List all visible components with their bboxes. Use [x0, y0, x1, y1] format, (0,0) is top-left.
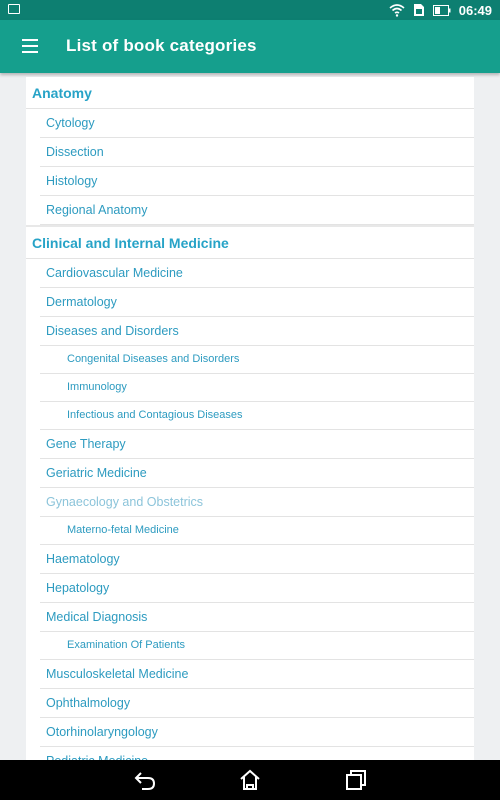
category-label: Haematology — [46, 552, 120, 566]
category-item-cardiovascular-medicine[interactable]: Cardiovascular Medicine — [40, 259, 474, 288]
home-icon[interactable] — [238, 768, 262, 792]
category-label: Gynaecology and Obstetrics — [46, 495, 204, 509]
category-label: Histology — [46, 174, 98, 188]
category-item-diseases-and-disorders[interactable]: Diseases and Disorders — [40, 317, 474, 346]
category-label: Regional Anatomy — [46, 203, 148, 217]
section-header-anatomy[interactable]: Anatomy — [26, 77, 474, 109]
battery-icon — [432, 4, 451, 16]
category-item-dissection[interactable]: Dissection — [40, 138, 474, 167]
category-label: Otorhinolaryngology — [46, 725, 158, 739]
status-bar: 06:49 — [0, 0, 500, 20]
recents-icon[interactable] — [344, 768, 368, 792]
hamburger-menu-icon[interactable] — [18, 36, 42, 56]
section-label: Clinical and Internal Medicine — [32, 235, 229, 251]
subcategory-label: Infectious and Contagious Diseases — [67, 409, 243, 421]
category-item-regional-anatomy[interactable]: Regional Anatomy — [40, 196, 474, 225]
category-label: Gene Therapy — [46, 437, 126, 451]
category-label: Dissection — [46, 145, 104, 159]
category-item-histology[interactable]: Histology — [40, 167, 474, 196]
category-item-hepatology[interactable]: Hepatology — [40, 574, 474, 603]
category-item-pediatric-medicine[interactable]: Pediatric Medicine — [40, 747, 474, 760]
navigation-bar — [0, 760, 500, 800]
section-label: Anatomy — [32, 85, 92, 101]
category-item-dermatology[interactable]: Dermatology — [40, 288, 474, 317]
category-label: Cytology — [46, 116, 95, 130]
category-label: Dermatology — [46, 295, 117, 309]
category-list[interactable]: Anatomy Cytology Dissection Histology Region… — [26, 77, 474, 760]
back-icon[interactable] — [133, 768, 157, 792]
app-bar: List of book categories — [0, 20, 500, 73]
section-header-clinical-and-internal-medicine[interactable]: Clinical and Internal Medicine — [26, 227, 474, 259]
subcategory-label: Examination Of Patients — [67, 639, 186, 651]
category-label: Geriatric Medicine — [46, 466, 147, 480]
category-label: Musculoskeletal Medicine — [46, 667, 189, 681]
category-item-otorhinolaryngology[interactable]: Otorhinolaryngology — [40, 718, 474, 747]
subcategory-item-congenital-diseases-and-disorders[interactable]: Congenital Diseases and Disorders — [40, 346, 474, 374]
subcategory-label: Materno-fetal Medicine — [67, 524, 179, 536]
category-item-gynaecology-and-obstetrics[interactable]: Gynaecology and Obstetrics — [40, 488, 474, 517]
category-item-ophthalmology[interactable]: Ophthalmology — [40, 689, 474, 718]
sim-icon — [413, 4, 424, 16]
wifi-icon — [389, 3, 405, 17]
category-item-medical-diagnosis[interactable]: Medical Diagnosis — [40, 603, 474, 632]
subcategory-label: Immunology — [67, 381, 127, 393]
subcategory-item-infectious-and-contagious-diseases[interactable]: Infectious and Contagious Diseases — [40, 402, 474, 430]
subcategory-item-immunology[interactable]: Immunology — [40, 374, 474, 402]
category-label: Medical Diagnosis — [46, 610, 148, 624]
clock: 06:49 — [458, 2, 492, 18]
image-icon — [8, 4, 20, 14]
category-item-cytology[interactable]: Cytology — [40, 109, 474, 138]
category-label: Ophthalmology — [46, 696, 131, 710]
subcategory-label: Congenital Diseases and Disorders — [67, 353, 240, 365]
category-item-geriatric-medicine[interactable]: Geriatric Medicine — [40, 459, 474, 488]
status-icons: 06:49 — [389, 2, 492, 18]
page-title: List of book categories — [66, 36, 257, 55]
category-label: Hepatology — [46, 581, 110, 595]
category-item-musculoskeletal-medicine[interactable]: Musculoskeletal Medicine — [40, 660, 474, 689]
subcategory-item-examination-of-patients[interactable]: Examination Of Patients — [40, 632, 474, 660]
category-item-haematology[interactable]: Haematology — [40, 545, 474, 574]
category-label: Diseases and Disorders — [46, 324, 179, 338]
category-label: Cardiovascular Medicine — [46, 266, 183, 280]
subcategory-item-materno-fetal-medicine[interactable]: Materno-fetal Medicine — [40, 517, 474, 545]
category-item-gene-therapy[interactable]: Gene Therapy — [40, 430, 474, 459]
